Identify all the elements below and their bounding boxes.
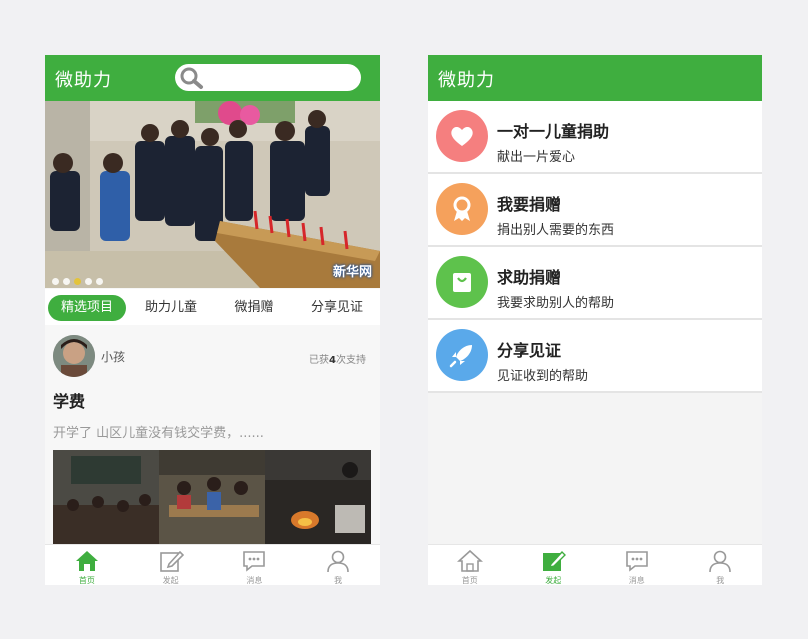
home-icon	[456, 549, 483, 572]
tabbar-me[interactable]: 我	[679, 545, 763, 585]
tabbar-me[interactable]: 我	[296, 545, 380, 585]
tabbar-me-label: 我	[716, 576, 725, 585]
search-input[interactable]	[175, 64, 361, 91]
tab-featured[interactable]: 精选项目	[48, 295, 126, 321]
rocket-icon	[436, 329, 488, 381]
post-photo-classroom[interactable]	[53, 450, 159, 545]
tabbar-messages-label: 消息	[628, 576, 645, 585]
support-number: 4	[329, 355, 336, 366]
avatar-photo	[53, 335, 95, 377]
list-item-subtitle: 我要求助别人的帮助	[497, 296, 615, 311]
tabbar-home[interactable]: 首页	[428, 545, 512, 585]
post-username[interactable]: 小孩	[101, 348, 125, 365]
list-item-one-on-one-donation[interactable]: 一对一儿童捐助 献出一片爱心	[428, 101, 762, 174]
tab-share-testimony[interactable]: 分享见证	[297, 295, 377, 321]
banner-carousel[interactable]: 新华网	[45, 101, 380, 288]
list-item-subtitle: 见证收到的帮助	[497, 369, 589, 384]
carousel-dot[interactable]	[52, 278, 59, 285]
home-screen: 微助力 新华网 精选项目 助力儿童 微捐赠 分享见证 小孩 已获4次支持 学费 …	[45, 55, 380, 585]
app-title: 微助力	[438, 70, 495, 91]
post-title: 学费	[53, 392, 86, 411]
tabbar-create[interactable]: 发起	[512, 545, 596, 585]
tabbar-home-label: 首页	[78, 576, 95, 585]
heart-icon	[436, 110, 488, 162]
support-count: 已获4次支持	[309, 351, 366, 366]
post-photos	[53, 450, 371, 545]
header-bar: 微助力	[45, 55, 380, 101]
message-icon	[625, 551, 648, 572]
tabbar-create[interactable]: 发起	[129, 545, 213, 585]
person-icon	[709, 550, 732, 573]
list-item-share-testimony[interactable]: 分享见证 见证收到的帮助	[428, 320, 762, 393]
action-list: 一对一儿童捐助 献出一片爱心 我要捐赠 捐出别人需要的东西 求助捐赠 我要求助别…	[428, 101, 762, 393]
tabbar-messages-label: 消息	[246, 576, 263, 585]
tab-help-children[interactable]: 助力儿童	[132, 295, 210, 321]
edit-icon	[159, 550, 184, 572]
support-prefix: 已获	[309, 355, 330, 366]
bag-icon	[436, 256, 488, 308]
tabbar-create-label: 发起	[162, 576, 179, 585]
list-item-title: 分享见证	[497, 341, 562, 360]
post-card[interactable]: 小孩 已获4次支持 学费 开学了 山区儿童没有钱交学费，......	[45, 325, 380, 545]
list-item-subtitle: 献出一片爱心	[497, 150, 576, 165]
banner-watermark: 新华网	[332, 265, 372, 280]
tabbar-home-label: 首页	[461, 576, 478, 585]
carousel-dot[interactable]	[63, 278, 70, 285]
message-icon	[243, 551, 266, 572]
list-item-request-help[interactable]: 求助捐赠 我要求助别人的帮助	[428, 247, 762, 320]
create-screen: 微助力 一对一儿童捐助 献出一片爱心 我要捐赠 捐出别人需要的东西 求助捐赠 我…	[428, 55, 762, 585]
banner-photo	[45, 101, 380, 288]
search-icon	[180, 67, 203, 89]
support-suffix: 次支持	[336, 355, 366, 366]
carousel-dot[interactable]	[85, 278, 92, 285]
award-icon	[436, 183, 488, 235]
edit-icon	[543, 550, 567, 571]
list-item-donate[interactable]: 我要捐赠 捐出别人需要的东西	[428, 174, 762, 247]
home-icon	[75, 551, 98, 571]
bottom-tab-bar: 首页 发起 消息 我	[428, 544, 762, 585]
app-title: 微助力	[55, 70, 112, 91]
post-photo-kitchen[interactable]	[265, 450, 371, 545]
person-icon	[327, 550, 349, 573]
list-item-title: 一对一儿童捐助	[497, 122, 610, 141]
post-description: 开学了 山区儿童没有钱交学费，......	[53, 426, 264, 441]
carousel-indicator	[52, 278, 103, 285]
post-photo-students[interactable]	[159, 450, 265, 545]
avatar[interactable]	[53, 335, 95, 377]
header-bar: 微助力	[428, 55, 762, 101]
list-item-title: 求助捐赠	[497, 268, 562, 287]
tab-micro-donation[interactable]: 微捐赠	[215, 295, 293, 321]
tabbar-create-label: 发起	[545, 576, 562, 585]
carousel-dot[interactable]	[96, 278, 103, 285]
tabbar-messages[interactable]: 消息	[213, 545, 297, 585]
carousel-dot-active[interactable]	[74, 278, 81, 285]
tabbar-home[interactable]: 首页	[45, 545, 129, 585]
list-item-subtitle: 捐出别人需要的东西	[497, 223, 615, 238]
bottom-tab-bar: 首页 发起 消息 我	[45, 544, 380, 585]
list-item-title: 我要捐赠	[497, 195, 562, 214]
tabbar-messages[interactable]: 消息	[595, 545, 679, 585]
category-tabs: 精选项目 助力儿童 微捐赠 分享见证	[45, 289, 380, 325]
tabbar-me-label: 我	[334, 576, 343, 585]
